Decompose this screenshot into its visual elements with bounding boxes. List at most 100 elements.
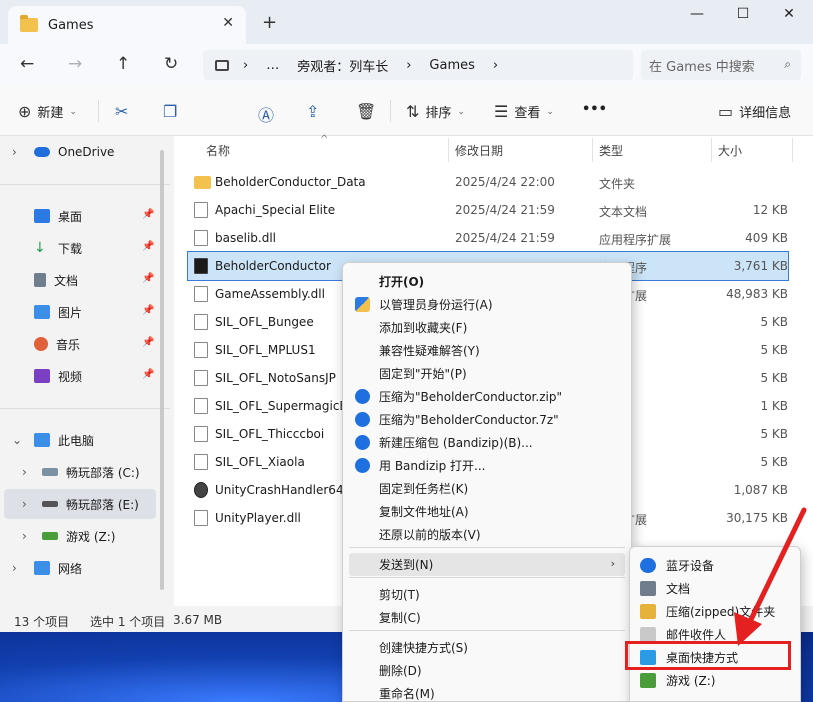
back-button[interactable]: ← [20, 54, 34, 74]
computer-icon [34, 433, 50, 447]
sendto-item[interactable]: 蓝牙设备 [634, 554, 798, 577]
file-icon [194, 454, 208, 470]
divider [349, 547, 625, 548]
sidebar-item-videos[interactable]: 视频 📌 [34, 363, 154, 389]
share-button[interactable]: ⇪ [306, 102, 325, 121]
sidebar-item-onedrive[interactable]: › OneDrive [12, 139, 114, 165]
sidebar-item-this-pc[interactable]: ⌄ 此电脑 [12, 427, 94, 453]
bluetooth-icon [640, 558, 656, 573]
refresh-button[interactable]: ↻ [164, 54, 178, 74]
context-menu-item[interactable]: 复制(C) [349, 606, 625, 629]
context-menu-item[interactable]: 新建压缩包 (Bandizip)(B)... [349, 431, 625, 454]
tab-close-icon[interactable]: ✕ [222, 15, 234, 31]
sidebar-item-music[interactable]: 音乐 📌 [34, 331, 154, 357]
minimize-button[interactable]: — [674, 6, 720, 22]
new-button[interactable]: ⊕ 新建 ⌄ [18, 102, 77, 121]
file-icon [194, 342, 208, 358]
sidebar-item-drive-e[interactable]: › 畅玩部落 (E:) [22, 491, 139, 517]
pin-icon[interactable]: 📌 [142, 241, 154, 252]
tab-title: Games [48, 17, 94, 33]
selected-count: 选中 1 个项目 [90, 615, 166, 629]
context-menu-label: 用 Bandizip 打开... [379, 459, 486, 473]
forward-button[interactable]: → [68, 54, 82, 74]
sidebar-item-downloads[interactable]: ↓ 下载 📌 [34, 235, 154, 261]
pin-icon[interactable]: 📌 [142, 369, 154, 380]
file-type: 文本文档 [599, 205, 648, 219]
search-icon: ⌕ [784, 57, 791, 71]
details-button[interactable]: ▭ 详细信息 [718, 102, 791, 121]
context-menu-item[interactable]: 添加到收藏夹(F) [349, 316, 625, 339]
sidebar-item-pictures[interactable]: 图片 📌 [34, 299, 154, 325]
context-menu-item[interactable]: 打开(O) [349, 270, 625, 293]
context-menu-item[interactable]: 以管理员身份运行(A) [349, 293, 625, 316]
context-menu-item[interactable]: 兼容性疑难解答(Y) [349, 339, 625, 362]
sendto-label: 蓝牙设备 [666, 559, 715, 573]
sidebar-item-desktop[interactable]: 桌面 📌 [34, 203, 154, 229]
sort-icon: ⇅ [406, 102, 420, 121]
column-header-date[interactable]: 修改日期 [455, 136, 503, 164]
context-menu-item[interactable]: 删除(D) [349, 659, 625, 682]
sendto-item[interactable]: 文档 [634, 577, 798, 600]
new-tab-button[interactable]: + [262, 12, 277, 33]
sidebar-item-documents[interactable]: 文档 📌 [34, 267, 154, 293]
context-menu-item[interactable]: 发送到(N) › [349, 553, 625, 576]
tab-bar: Games ✕ + — ☐ ✕ [0, 0, 813, 44]
sidebar-item-network[interactable]: › 网络 [12, 555, 82, 581]
unity-icon [194, 482, 208, 498]
context-menu-item[interactable]: 剪切(T) [349, 583, 625, 606]
pin-icon[interactable]: 📌 [142, 305, 154, 316]
sidebar-item-drive-c[interactable]: › 畅玩部落 (C:) [22, 459, 140, 485]
context-menu-item[interactable]: 用 Bandizip 打开... [349, 454, 625, 477]
context-menu-item[interactable]: 创建快捷方式(S) [349, 636, 625, 659]
context-menu-item[interactable]: 复制文件地址(A) [349, 500, 625, 523]
pin-icon[interactable]: 📌 [142, 209, 154, 220]
breadcrumb-user[interactable]: 旁观者：列车长 [297, 56, 388, 75]
more-button[interactable]: ••• [582, 102, 607, 117]
breadcrumb-sep[interactable]: › [493, 58, 498, 73]
sendto-item[interactable]: 游戏 (Z:) [634, 669, 798, 692]
file-row[interactable]: BeholderConductor_Data 2025/4/24 22:00 文件夹 [188, 168, 788, 196]
context-menu-item[interactable]: 还原以前的版本(V) [349, 523, 625, 546]
context-menu-item[interactable]: 压缩为"BeholderConductor.zip" [349, 385, 625, 408]
context-menu-item[interactable]: 重命名(M) [349, 682, 625, 702]
context-menu-label: 压缩为"BeholderConductor.7z" [379, 413, 559, 427]
breadcrumb-sep: › [243, 57, 249, 73]
pin-icon[interactable]: 📌 [142, 337, 154, 348]
file-date: 2025/4/24 21:59 [455, 203, 555, 217]
context-menu-item[interactable]: 固定到任务栏(K) [349, 477, 625, 500]
delete-button[interactable]: 🗑 [356, 102, 382, 121]
file-row[interactable]: Apachi_Special Elite 2025/4/24 21:59 文本文档 1… [188, 196, 788, 224]
breadcrumb-more[interactable]: … [266, 58, 279, 73]
maximize-button[interactable]: ☐ [720, 6, 766, 22]
search-input[interactable]: 在 Games 中搜索 ⌕ [641, 50, 801, 80]
address-bar[interactable]: › … 旁观者：列车长 › Games › [203, 50, 633, 80]
context-menu-label: 固定到"开始"(P) [379, 367, 467, 381]
column-header-size[interactable]: 大小 [718, 136, 742, 164]
file-row[interactable]: baselib.dll 2025/4/24 21:59 应用程序扩展 409 KB [188, 224, 788, 252]
rename-button[interactable]: Ⓐ [258, 102, 280, 126]
context-menu-item[interactable]: 固定到"开始"(P) [349, 362, 625, 385]
pin-icon[interactable]: 📌 [142, 273, 154, 284]
copy-button[interactable]: ❐ [163, 102, 183, 121]
file-name: SIL_OFL_Xiaola [215, 455, 305, 469]
video-icon [34, 369, 50, 383]
breadcrumb-games[interactable]: Games [429, 58, 474, 73]
column-header-name[interactable]: 名称 [206, 136, 230, 164]
context-menu-label: 剪切(T) [379, 588, 420, 602]
up-button[interactable]: ↑ [116, 54, 130, 74]
sidebar-scrollbar[interactable] [160, 150, 164, 590]
trash-icon: 🗑 [356, 102, 377, 121]
context-menu-label: 复制文件地址(A) [379, 505, 469, 519]
sort-button[interactable]: ⇅ 排序 ⌄ [406, 102, 465, 121]
close-window-button[interactable]: ✕ [766, 6, 812, 22]
sendto-item[interactable]: 压缩(zipped)文件夹 [634, 600, 798, 623]
column-header-type[interactable]: 类型 [599, 136, 623, 164]
download-icon: ↓ [34, 240, 46, 256]
sidebar-item-drive-z[interactable]: › 游戏 (Z:) [22, 523, 115, 549]
tab-games[interactable]: Games ✕ [8, 6, 246, 44]
context-menu-item[interactable]: 压缩为"BeholderConductor.7z" [349, 408, 625, 431]
context-menu-label: 删除(D) [379, 664, 422, 678]
cut-button[interactable]: ✂ [115, 102, 134, 121]
view-button[interactable]: ☰ 查看 ⌄ [494, 102, 554, 121]
pictures-icon [34, 305, 50, 319]
